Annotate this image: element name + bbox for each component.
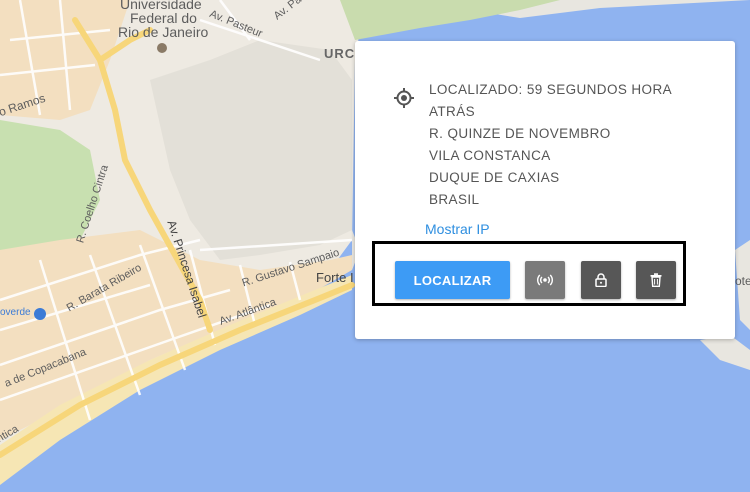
address-line: BRASIL bbox=[429, 192, 480, 207]
device-address: LOCALIZADO: 59 SEGUNDOS HORA ATRÁS R. QU… bbox=[429, 79, 689, 211]
address-line: ATRÁS bbox=[429, 104, 476, 119]
erase-device-button[interactable] bbox=[636, 261, 676, 299]
signal-broadcast-icon bbox=[537, 273, 553, 287]
trash-icon bbox=[650, 273, 662, 287]
map-label-forte: Forte I bbox=[316, 270, 354, 285]
address-line: LOCALIZADO: 59 SEGUNDOS HORA bbox=[429, 82, 673, 97]
locate-button[interactable]: LOCALIZAR bbox=[395, 261, 510, 299]
lock-icon bbox=[595, 273, 607, 287]
map-label-edge: ote bbox=[735, 274, 750, 288]
ring-device-button[interactable] bbox=[525, 261, 565, 299]
map-label-university: Rio de Janeiro bbox=[118, 24, 209, 40]
address-line: DUQUE DE CAXIAS bbox=[429, 170, 560, 185]
address-line: R. QUINZE DE NOVEMBRO bbox=[429, 126, 611, 141]
lock-device-button[interactable] bbox=[581, 261, 621, 299]
address-line: VILA CONSTANCA bbox=[429, 148, 551, 163]
show-ip-link[interactable]: Mostrar IP bbox=[425, 221, 490, 237]
device-info-card: LOCALIZADO: 59 SEGUNDOS HORA ATRÁS R. QU… bbox=[355, 41, 735, 339]
location-crosshair-icon bbox=[393, 87, 415, 109]
map-label-metro: overde bbox=[0, 307, 31, 318]
